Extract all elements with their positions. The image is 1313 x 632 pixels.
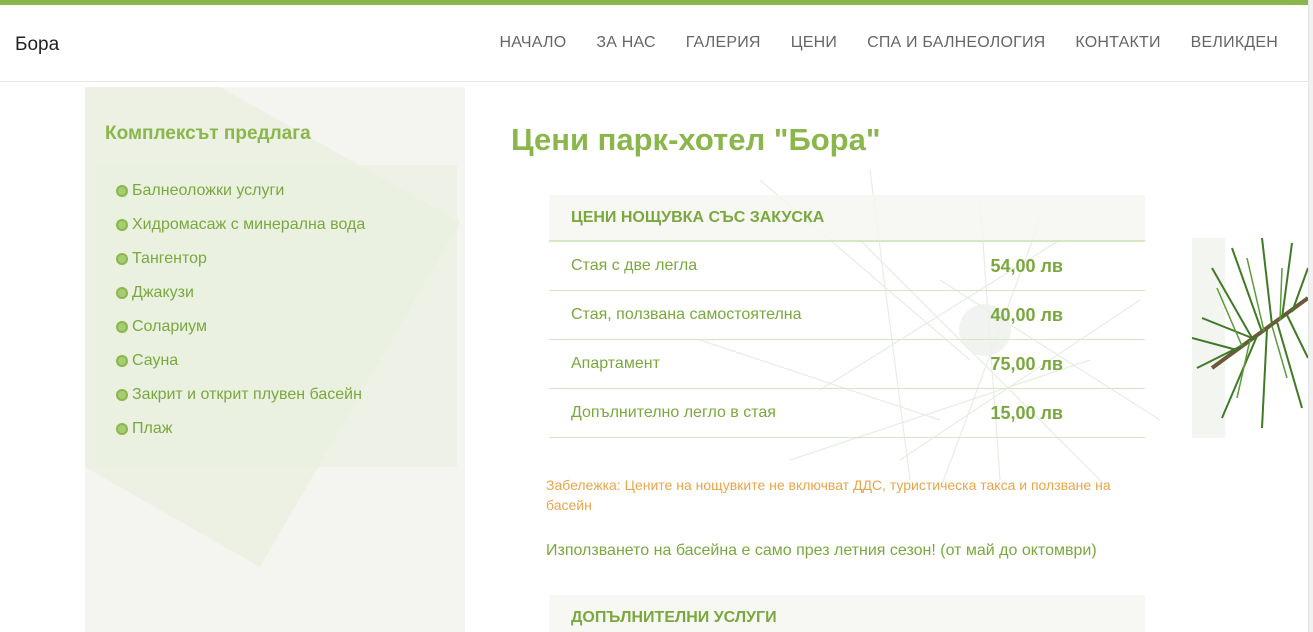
price-table-heading: ЦЕНИ НОЩУВКА СЪС ЗАКУСКА <box>549 195 1145 242</box>
room-price: 75,00 лв <box>990 354 1063 374</box>
sidebar-item-label: Плаж <box>132 420 173 437</box>
extra-services-heading: ДОПЪЛНИТЕЛНИ УСЛУГИ <box>549 595 1145 632</box>
site-header: Бора НАЧАЛО ЗА НАС ГАЛЕРИЯ ЦЕНИ СПА И БА… <box>0 5 1308 82</box>
page-scrollbar[interactable] <box>1308 0 1313 632</box>
room-label: Стая, ползвана самостоятелна <box>571 306 802 323</box>
sidebar-item-label: Закрит и открит плувен басейн <box>132 386 362 403</box>
bullet-icon <box>116 253 128 265</box>
bullet-icon <box>116 389 128 401</box>
room-price: 40,00 лв <box>990 305 1063 325</box>
nav-item-prices[interactable]: ЦЕНИ <box>791 34 837 52</box>
room-price: 54,00 лв <box>990 256 1063 276</box>
sidebar-item-label: Хидромасаж с минерална вода <box>132 216 366 233</box>
sidebar-item-label: Сауна <box>132 352 179 369</box>
bullet-icon <box>116 423 128 435</box>
nav-item-contacts[interactable]: КОНТАКТИ <box>1075 34 1160 52</box>
sidebar-item-beach[interactable]: Плаж <box>95 419 457 453</box>
table-row: Стая с две легла 54,00 лв <box>549 242 1145 291</box>
nav-item-spa[interactable]: СПА И БАЛНЕОЛОГИЯ <box>867 34 1045 52</box>
table-row: Допълнително легло в стая 15,00 лв <box>549 389 1145 438</box>
main-nav: НАЧАЛО ЗА НАС ГАЛЕРИЯ ЦЕНИ СПА И БАЛНЕОЛ… <box>470 34 1278 52</box>
nav-item-about[interactable]: ЗА НАС <box>596 34 655 52</box>
bullet-icon <box>116 219 128 231</box>
sidebar-title: Комплексът предлага <box>105 123 311 144</box>
sidebar-item-sauna[interactable]: Сауна <box>95 351 457 385</box>
sidebar-item-label: Балнеоложки услуги <box>132 182 285 199</box>
room-label: Допълнително легло в стая <box>571 404 776 421</box>
room-label: Апартамент <box>571 355 660 372</box>
sidebar-item-jacuzzi[interactable]: Джакузи <box>95 283 457 317</box>
pine-branch-image <box>1192 237 1308 438</box>
pool-season-note: Използването на басейна е само през летн… <box>546 542 1097 559</box>
price-note: Забележка: Цените на нощувките не включв… <box>546 477 1111 513</box>
sidebar: Комплексът предлага Балнеоложки услуги Х… <box>85 87 465 632</box>
nav-item-gallery[interactable]: ГАЛЕРИЯ <box>686 34 761 52</box>
sidebar-item-tangentor[interactable]: Тангентор <box>95 249 457 283</box>
sidebar-item-solarium[interactable]: Солариум <box>95 317 457 351</box>
sidebar-item-balneology[interactable]: Балнеоложки услуги <box>95 181 457 215</box>
extra-services-table: ДОПЪЛНИТЕЛНИ УСЛУГИ <box>549 595 1145 632</box>
bullet-icon <box>116 321 128 333</box>
bullet-icon <box>116 287 128 299</box>
sidebar-list: Балнеоложки услуги Хидромасаж с минералн… <box>95 165 457 467</box>
nav-item-easter[interactable]: ВЕЛИКДЕН <box>1191 34 1278 52</box>
sidebar-item-label: Солариум <box>132 318 207 335</box>
price-table: ЦЕНИ НОЩУВКА СЪС ЗАКУСКА Стая с две легл… <box>549 195 1145 438</box>
sidebar-item-hydromassage[interactable]: Хидромасаж с минерална вода <box>95 215 457 249</box>
sidebar-item-label: Джакузи <box>132 284 194 301</box>
room-label: Стая с две легла <box>571 257 698 274</box>
site-brand[interactable]: Бора <box>15 34 59 56</box>
bullet-icon <box>116 355 128 367</box>
table-row: Стая, ползвана самостоятелна 40,00 лв <box>549 291 1145 340</box>
page-title: Цени парк-хотел "Бора" <box>511 122 881 157</box>
nav-item-home[interactable]: НАЧАЛО <box>500 34 567 52</box>
bullet-icon <box>116 185 128 197</box>
table-row: Апартамент 75,00 лв <box>549 340 1145 389</box>
sidebar-item-pool[interactable]: Закрит и открит плувен басейн <box>95 385 457 419</box>
room-price: 15,00 лв <box>990 403 1063 423</box>
sidebar-item-label: Тангентор <box>132 250 207 267</box>
